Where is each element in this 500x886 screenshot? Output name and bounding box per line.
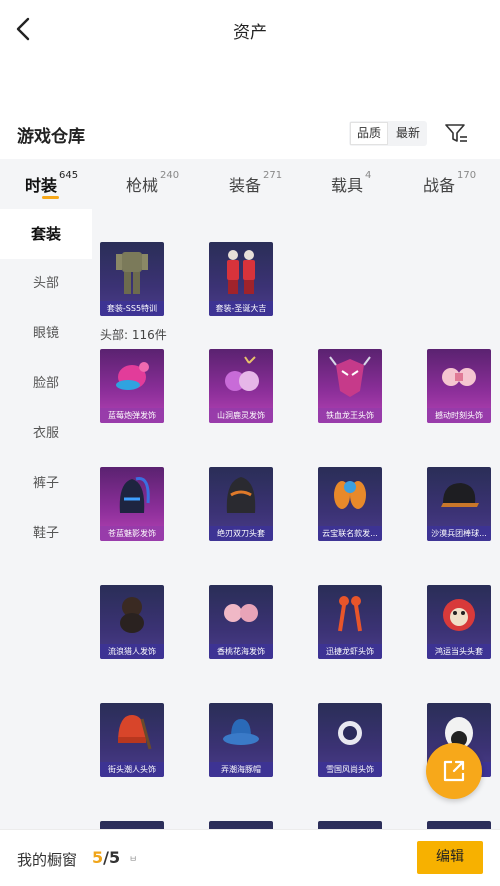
tab-count: 240 xyxy=(160,170,180,181)
suit-card[interactable]: 套装-SS5特训 xyxy=(100,242,164,316)
head-item-card[interactable] xyxy=(318,821,382,829)
helmet-icon xyxy=(119,477,150,513)
showcase-current: 5 xyxy=(92,848,104,867)
tab-fashion[interactable]: 时装645 xyxy=(25,170,79,196)
item-grid: 套装-SS5特训 套装-圣诞大吉 头部: 116件 蓝莓炮弹发饰 山洞鹿灵发饰 … xyxy=(92,209,500,829)
sidebar-item-clothes[interactable]: 衣服 xyxy=(0,409,92,459)
sort-quality-button[interactable]: 品质 xyxy=(350,122,389,145)
head-item-card[interactable]: 弄潮海豚帽 xyxy=(209,703,273,777)
hair-accessory-icon xyxy=(120,597,144,633)
tab-count: 271 xyxy=(263,170,283,181)
head-item-card[interactable]: 雪国风尚头饰 xyxy=(318,703,382,777)
tab-label: 载具 xyxy=(331,176,364,195)
hair-accessory-icon xyxy=(116,362,149,390)
item-name: 山洞鹿灵发饰 xyxy=(209,408,273,423)
item-name: 苍蓝魅影发饰 xyxy=(100,526,164,541)
head-item-card[interactable]: 蓝莓炮弹发饰 xyxy=(100,349,164,423)
top-bar: 资产 xyxy=(0,0,500,58)
sidebar: 套装 头部 眼镜 脸部 衣服 裤子 鞋子 xyxy=(0,209,92,829)
head-item-card[interactable] xyxy=(209,821,273,829)
bucket-hat-icon xyxy=(223,719,259,745)
tab-vehicles[interactable]: 载具4 xyxy=(331,170,372,196)
sidebar-item-glasses[interactable]: 眼镜 xyxy=(0,309,92,359)
showcase-label: 我的橱窗 xyxy=(17,851,78,869)
item-name: 蓝莓炮弹发饰 xyxy=(100,408,164,423)
tab-label: 枪械 xyxy=(126,176,159,195)
head-item-card[interactable]: 沙漠兵团棒球... xyxy=(427,467,491,541)
hair-accessory-icon xyxy=(442,368,476,386)
active-tab-indicator xyxy=(42,196,59,199)
bottom-bar: 我的橱窗 5/5 ㅂ 编辑 xyxy=(0,829,500,886)
filter-icon[interactable] xyxy=(444,121,468,145)
lobster-icon xyxy=(338,596,362,632)
helmet-icon xyxy=(226,477,256,513)
share-button[interactable] xyxy=(426,743,482,799)
sidebar-item-head[interactable]: 头部 xyxy=(0,259,92,309)
item-name: 弄潮海豚帽 xyxy=(209,762,273,777)
showcase-small-mark: ㅂ xyxy=(129,855,138,865)
head-item-card[interactable]: 云宝联名款发... xyxy=(318,467,382,541)
item-name: 香桃花海发饰 xyxy=(209,644,273,659)
head-item-card[interactable]: 撼动时刻头饰 xyxy=(427,349,491,423)
item-name: 沙漠兵团棒球... xyxy=(427,526,491,541)
showcase-count: 5/5 xyxy=(92,848,120,867)
lion-mask-icon xyxy=(443,599,475,631)
sort-latest-button[interactable]: 最新 xyxy=(389,121,427,146)
head-item-card[interactable]: 迅捷龙虾头饰 xyxy=(318,585,382,659)
hair-accessory-icon xyxy=(225,356,259,391)
item-name: 云宝联名款发... xyxy=(318,526,382,541)
tab-battle-gear[interactable]: 战备170 xyxy=(423,170,477,196)
item-name: 套装-SS5特训 xyxy=(100,301,164,316)
head-item-card[interactable]: 街头潮人头饰 xyxy=(100,703,164,777)
tab-count: 645 xyxy=(59,170,79,181)
head-item-card[interactable]: 流浪猎人发饰 xyxy=(100,585,164,659)
sidebar-item-face[interactable]: 脸部 xyxy=(0,359,92,409)
outfit-icon xyxy=(227,250,255,294)
outfit-icon xyxy=(116,252,148,294)
tab-label: 装备 xyxy=(229,176,262,195)
sidebar-item-pants[interactable]: 裤子 xyxy=(0,459,92,509)
hair-accessory-icon xyxy=(224,604,258,622)
warehouse-title: 游戏仓库 xyxy=(17,127,85,147)
sidebar-item-shoes[interactable]: 鞋子 xyxy=(0,509,92,559)
head-item-card[interactable]: 山洞鹿灵发饰 xyxy=(209,349,273,423)
item-name: 鸿运当头头套 xyxy=(427,644,491,659)
head-item-card[interactable] xyxy=(100,821,164,829)
category-tabs: 时装645 枪械240 装备271 载具4 战备170 xyxy=(0,159,500,209)
tab-guns[interactable]: 枪械240 xyxy=(126,170,180,196)
tab-label: 时装 xyxy=(25,176,58,195)
item-name: 迅捷龙虾头饰 xyxy=(318,644,382,659)
item-name: 套装-圣诞大吉 xyxy=(209,301,273,316)
tab-label: 战备 xyxy=(423,176,456,195)
page-title: 资产 xyxy=(233,23,267,43)
item-name: 雪国风尚头饰 xyxy=(318,762,382,777)
head-item-card[interactable]: 鸿运当头头套 xyxy=(427,585,491,659)
head-item-card[interactable]: 绝刃双刀头套 xyxy=(209,467,273,541)
item-name: 撼动时刻头饰 xyxy=(427,408,491,423)
tab-equipment[interactable]: 装备271 xyxy=(229,170,283,196)
mask-icon xyxy=(329,356,371,397)
hair-accessory-icon xyxy=(338,721,362,745)
item-name: 绝刃双刀头套 xyxy=(209,526,273,541)
head-item-card[interactable]: 苍蓝魅影发饰 xyxy=(100,467,164,541)
sort-toggle: 品质 最新 xyxy=(349,121,428,146)
item-name: 街头潮人头饰 xyxy=(100,762,164,777)
item-name: 铁血龙王头饰 xyxy=(318,408,382,423)
cap-icon xyxy=(441,483,479,507)
beanie-icon xyxy=(118,715,152,750)
showcase-total: /5 xyxy=(103,848,121,867)
share-icon xyxy=(443,760,465,782)
sidebar-item-suits[interactable]: 套装 xyxy=(0,209,92,259)
tab-count: 4 xyxy=(365,170,372,181)
item-name: 流浪猎人发饰 xyxy=(100,644,164,659)
head-item-card[interactable] xyxy=(427,821,491,829)
suit-card[interactable]: 套装-圣诞大吉 xyxy=(209,242,273,316)
head-section-label: 头部: 116件 xyxy=(100,328,167,342)
hair-accessory-icon xyxy=(334,481,366,509)
head-item-card[interactable]: 铁血龙王头饰 xyxy=(318,349,382,423)
head-item-card[interactable]: 香桃花海发饰 xyxy=(209,585,273,659)
tab-count: 170 xyxy=(457,170,477,181)
edit-button[interactable]: 编辑 xyxy=(417,841,483,874)
